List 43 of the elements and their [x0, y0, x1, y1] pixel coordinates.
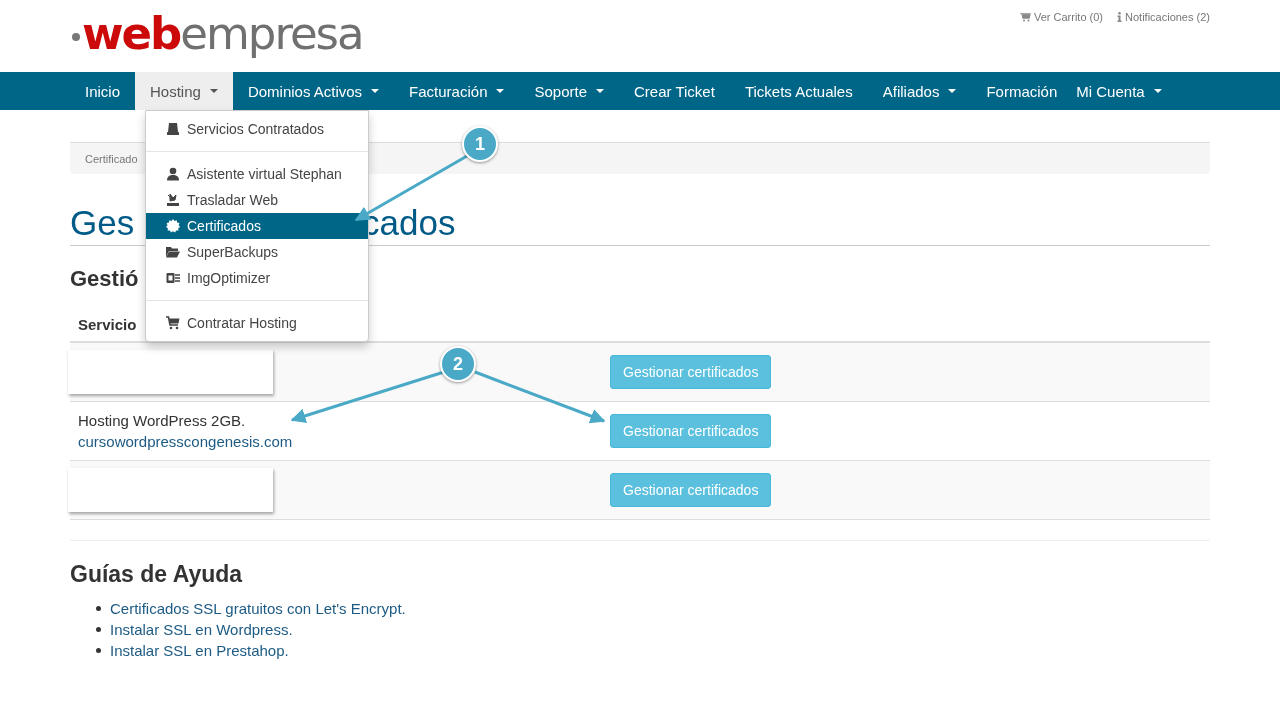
- nav-menu-item[interactable]: Formación: [971, 72, 1073, 110]
- server-icon: [166, 122, 180, 136]
- help-link[interactable]: Instalar SSL en Wordpress.: [110, 621, 293, 638]
- folder-icon: [166, 245, 180, 259]
- dropdown-menu-item[interactable]: ImgOptimizer: [146, 265, 368, 291]
- header-link[interactable]: Notificaciones (2): [1117, 11, 1210, 23]
- transfer-icon: [166, 193, 180, 207]
- nav-menu-item[interactable]: Tickets Actuales: [729, 72, 868, 110]
- header-link[interactable]: Ver Carrito (0): [1019, 11, 1103, 23]
- nav-menu-item[interactable]: Mi Cuenta: [1072, 72, 1177, 110]
- section-title: Gestió: [70, 266, 139, 291]
- domain-link[interactable]: cursowordpresscongenesis.com: [78, 431, 610, 452]
- nav-menu-item[interactable]: Facturación: [394, 72, 520, 110]
- badge-icon: [166, 219, 180, 233]
- image-optimizer-icon: [166, 271, 180, 285]
- dropdown-menu-item[interactable]: Contratar Hosting: [146, 310, 368, 336]
- column-header: Servicio: [78, 316, 137, 333]
- cart-icon: [166, 316, 180, 330]
- dropdown-menu-item[interactable]: Servicios Contratados: [146, 116, 368, 142]
- page-title: Ges: [70, 202, 135, 243]
- step-number-badge: 1: [462, 126, 498, 162]
- nav-menu-item[interactable]: Soporte: [519, 72, 620, 110]
- bullet-icon: [96, 648, 101, 653]
- help-link[interactable]: Instalar SSL en Prestahop.: [110, 642, 289, 659]
- bullet-icon: [96, 606, 101, 611]
- service-name: Hosting WordPress 2GB.: [78, 411, 247, 431]
- dropdown-menu-item[interactable]: SuperBackups: [146, 239, 368, 265]
- nav-menu-item[interactable]: Dominios Activos: [232, 72, 395, 110]
- cart-icon: [1019, 12, 1031, 22]
- nav-menu-item[interactable]: Crear Ticket: [619, 72, 730, 110]
- help-title: Guías de Ayuda: [70, 561, 243, 587]
- user-icon: [166, 167, 180, 181]
- nav-menu-item[interactable]: Afiliados: [867, 72, 972, 110]
- dropdown-menu-item[interactable]: Certificados: [146, 213, 368, 239]
- bullet-icon: [96, 627, 101, 632]
- dropdown-menu-item[interactable]: Trasladar Web: [146, 187, 368, 213]
- info-icon: [1117, 12, 1122, 22]
- breadcrumb-text: Certificado: [85, 152, 138, 165]
- logo[interactable]: webempresa: [72, 8, 363, 58]
- nav-menu-item[interactable]: Inicio: [70, 72, 136, 110]
- nav-menu-item[interactable]: Hosting: [135, 72, 233, 110]
- dropdown-menu-item[interactable]: Asistente virtual Stephan: [146, 161, 368, 187]
- help-link[interactable]: Certificados SSL gratuitos con Let's Encrypt.: [110, 600, 406, 617]
